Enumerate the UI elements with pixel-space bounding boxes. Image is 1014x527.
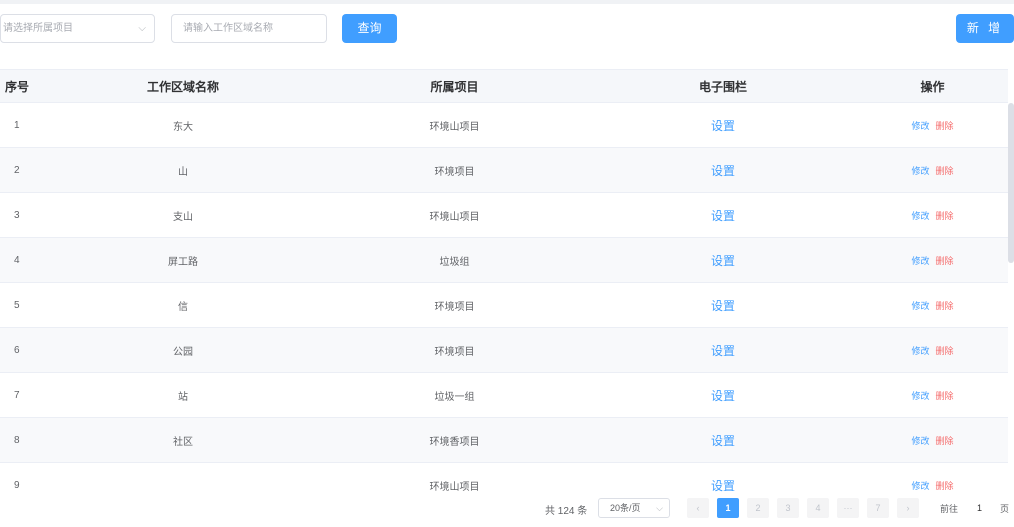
page-button-4[interactable]: 4 [807, 498, 829, 518]
table-row: 6 公园 环境项目 设置 修改 删除 [0, 328, 1008, 373]
page-button-7[interactable]: 7 [867, 498, 889, 518]
table-row: 1 东大 环境山项目 设置 修改 删除 [0, 103, 1008, 148]
delete-link[interactable]: 删除 [936, 301, 954, 311]
chevron-down-icon: ⌵ [656, 503, 663, 513]
header-fence: 电子围栏 [698, 79, 747, 94]
edit-link[interactable]: 修改 [911, 436, 929, 446]
goto-page-input[interactable]: 1 [967, 498, 992, 518]
fence-set-link[interactable]: 设置 [711, 434, 735, 448]
header-area-name: 工作区域名称 [146, 79, 219, 94]
row-area-name: 支山 [173, 211, 193, 223]
header-index: 序号 [5, 79, 30, 94]
table-scrollbar[interactable] [1008, 103, 1014, 263]
row-area-name: 站 [178, 391, 188, 403]
edit-link[interactable]: 修改 [911, 301, 929, 311]
add-button[interactable]: 新 增 [956, 14, 1014, 43]
query-button[interactable]: 查询 [342, 14, 397, 43]
prev-page-button[interactable]: ‹ [687, 498, 709, 518]
table-row: 2 山 环境项目 设置 修改 删除 [0, 148, 1008, 193]
row-area-name: 公园 [173, 346, 193, 358]
edit-link[interactable]: 修改 [911, 166, 929, 176]
table-row: 5 信 环境项目 设置 修改 删除 [0, 283, 1008, 328]
row-project: 环境山项目 [429, 211, 480, 223]
next-page-button[interactable]: › [897, 498, 919, 518]
fence-set-link[interactable]: 设置 [711, 119, 735, 133]
row-project: 环境山项目 [429, 481, 480, 493]
fence-set-link[interactable]: 设置 [711, 254, 735, 268]
row-index: 1 [14, 119, 20, 131]
pagination-total: 共 124 条 [545, 506, 588, 517]
table-row: 3 支山 环境山项目 设置 修改 删除 [0, 193, 1008, 238]
table-header: 序号 工作区域名称 所属项目 电子围栏 操作 [0, 69, 1008, 103]
delete-link[interactable]: 删除 [936, 211, 954, 221]
area-table: 序号 工作区域名称 所属项目 电子围栏 操作 1 东大 环境山项目 设置 修改删… [0, 69, 1008, 508]
delete-link[interactable]: 删除 [936, 166, 954, 176]
header-actions: 操作 [920, 79, 945, 94]
table-row: 4 屏工路 垃圾组 设置 修改 删除 [0, 238, 1008, 283]
page-button-2[interactable]: 2 [747, 498, 769, 518]
fence-set-link[interactable]: 设置 [711, 209, 735, 223]
delete-link[interactable]: 删除 [936, 481, 954, 491]
edit-link[interactable]: 修改 [911, 481, 929, 491]
edit-link[interactable]: 修改 [911, 391, 929, 401]
row-index: 4 [14, 254, 20, 266]
delete-link[interactable]: 删除 [936, 436, 954, 446]
row-project: 环境香项目 [429, 436, 480, 448]
fence-set-link[interactable]: 设置 [711, 479, 735, 493]
row-index: 6 [14, 344, 20, 356]
edit-link[interactable]: 修改 [911, 211, 929, 221]
delete-link[interactable]: 删除 [936, 121, 954, 131]
header-project: 所属项目 [430, 79, 479, 94]
chevron-down-icon: ⌵ [138, 23, 146, 34]
page-ellipsis-button[interactable]: ··· [837, 498, 859, 518]
row-project: 环境项目 [434, 301, 475, 313]
fence-set-link[interactable]: 设置 [711, 299, 735, 313]
delete-link[interactable]: 删除 [936, 391, 954, 401]
row-project: 环境项目 [434, 346, 475, 358]
table-body: 1 东大 环境山项目 设置 修改 删除 2 山 环境项目 设置 修改 删除 3 支山… [0, 103, 1008, 508]
row-index: 3 [14, 209, 20, 221]
row-index: 9 [14, 479, 20, 491]
row-project: 环境山项目 [429, 121, 480, 133]
goto-label: 前往 [940, 504, 959, 514]
delete-link[interactable]: 删除 [936, 256, 954, 266]
row-index: 2 [14, 164, 20, 176]
delete-link[interactable]: 删除 [936, 346, 954, 356]
page-button-3[interactable]: 3 [777, 498, 799, 518]
row-index: 8 [14, 434, 20, 446]
page-size-select[interactable]: 20条/页 ⌵ [598, 498, 670, 518]
row-index: 7 [14, 389, 20, 401]
edit-link[interactable]: 修改 [911, 346, 929, 356]
row-area-name: 社区 [173, 436, 193, 448]
pagination: 共 124 条 20条/页 ⌵ ‹ 1 2 3 4 ··· 7 › 前往 1 页 [0, 494, 1014, 527]
search-toolbar: 请选择所属项目 ⌵ 请输入工作区域名称 查询 新 增 [0, 0, 1014, 60]
page-suffix-label: 页 [1000, 504, 1010, 514]
area-name-placeholder: 请输入工作区域名称 [183, 23, 273, 34]
edit-link[interactable]: 修改 [911, 121, 929, 131]
area-name-input[interactable]: 请输入工作区域名称 [171, 14, 327, 43]
row-area-name: 屏工路 [168, 256, 198, 268]
row-project: 环境项目 [434, 166, 475, 178]
table-row: 8 社区 环境香项目 设置 修改 删除 [0, 418, 1008, 463]
row-index: 5 [14, 299, 20, 311]
page-size-value: 20条/页 [610, 503, 641, 513]
row-project: 垃圾一组 [434, 391, 475, 403]
fence-set-link[interactable]: 设置 [711, 389, 735, 403]
edit-link[interactable]: 修改 [911, 256, 929, 266]
project-select-placeholder: 请选择所属项目 [3, 23, 73, 34]
project-select[interactable]: 请选择所属项目 ⌵ [0, 14, 155, 43]
table-row: 7 站 垃圾一组 设置 修改 删除 [0, 373, 1008, 418]
row-project: 垃圾组 [439, 256, 470, 268]
row-area-name: 山 [178, 166, 188, 178]
row-area-name: 东大 [173, 121, 193, 133]
row-area-name: 信 [178, 301, 188, 313]
page-button-1[interactable]: 1 [717, 498, 739, 518]
fence-set-link[interactable]: 设置 [711, 164, 735, 178]
fence-set-link[interactable]: 设置 [711, 344, 735, 358]
